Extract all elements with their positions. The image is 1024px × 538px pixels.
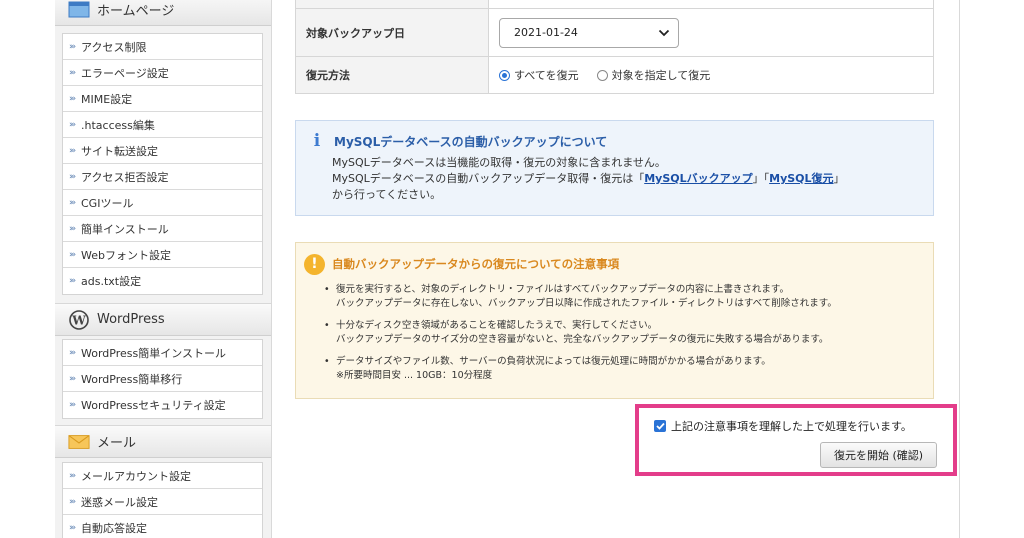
restore-method-label: 復元方法 [296,57,489,93]
sidebar-section-title: ホームページ [97,3,175,19]
backup-date-label: 対象バックアップ日 [296,9,489,56]
arrow-right-icon: ›» [69,93,76,104]
radio-restore-all[interactable]: すべてを復元 [499,67,579,83]
sidebar-item-wp-install[interactable]: ›» WordPress簡単インストール [63,340,262,366]
sidebar-item-mail-account[interactable]: ›» メールアカウント設定 [63,463,262,489]
agree-checkbox[interactable] [654,420,666,432]
sidebar-menu-homepage: ›» アクセス制限 ›» エラーページ設定 ›» MIME設定 ›» .htaccess… [62,33,263,295]
sidebar-section-mail: メール [55,425,271,458]
backup-date-select[interactable]: 2021-01-24 [499,17,679,48]
sidebar-item-access-restriction[interactable]: ›» アクセス制限 [63,34,262,60]
list-item: 復元を実行すると、対象のディレクトリ・ファイルはすべてバックアップデータの内容に… [322,283,923,311]
sidebar-item-auto-reply[interactable]: ›» 自動応答設定 [63,515,262,538]
restore-settings-table: 対象バックアップ日 2021-01-24 復元方法 すべてを復元 対象を指定して… [295,0,934,94]
content-divider-left [271,0,272,538]
agree-checkbox-row[interactable]: 上記の注意事項を理解した上で処理を行います。 [654,418,912,434]
arrow-right-icon: ›» [69,145,76,156]
sidebar-item-wp-security[interactable]: ›» WordPressセキュリティ設定 [63,392,262,418]
mail-icon [68,432,90,452]
mysql-info-box: i MySQLデータベースの自動バックアップについて MySQLデータベースは当… [295,120,934,216]
arrow-right-icon: ›» [69,119,76,130]
restore-warning-box: ! 自動バックアップデータからの復元についての注意事項 復元を実行すると、対象の… [295,242,934,399]
sidebar-section-wordpress: W WordPress [55,303,271,336]
sidebar-section-title: メール [97,436,137,451]
checkmark-icon [655,422,665,430]
arrow-right-icon: ›» [69,470,76,481]
sidebar-item-web-fonts[interactable]: ›» Webフォント設定 [63,242,262,268]
mysql-backup-link[interactable]: MySQLバックアップ [644,172,752,185]
arrow-right-icon: ›» [69,249,76,260]
radio-button[interactable] [596,69,608,81]
arrow-right-icon: ›» [69,400,76,410]
sidebar-item-site-redirect[interactable]: ›» サイト転送設定 [63,138,262,164]
restore-method-radios: すべてを復元 対象を指定して復元 [499,67,728,83]
info-body: MySQLデータベースは当機能の取得・復元の対象に含まれません。 MySQLデー… [332,156,845,201]
arrow-right-icon: ›» [69,171,76,182]
radio-button-selected[interactable] [499,69,510,81]
start-restore-button[interactable]: 復元を開始 (確認) [820,442,937,468]
arrow-right-icon: ›» [69,496,76,507]
warning-list: 復元を実行すると、対象のディレクトリ・ファイルはすべてバックアップデータの内容に… [322,283,923,383]
sidebar-item-easy-install[interactable]: ›» 簡単インストール [63,216,262,242]
arrow-right-icon: ›» [69,41,76,52]
info-title: MySQLデータベースの自動バックアップについて [334,134,608,149]
chevron-down-icon [658,29,670,36]
sidebar-item-error-page[interactable]: ›» エラーページ設定 [63,60,262,86]
sidebar-menu-wordpress: ›» WordPress簡単インストール ›» WordPress簡単移行 ›» Wo… [62,339,263,419]
radio-restore-selected[interactable]: 対象を指定して復元 [596,67,710,83]
arrow-right-icon: ›» [69,347,76,358]
arrow-right-icon: ›» [69,373,76,384]
sidebar-item-mime[interactable]: ›» MIME設定 [63,86,262,112]
arrow-right-icon: ›» [69,523,76,533]
warning-icon: ! [304,253,325,275]
arrow-right-icon: ›» [69,276,76,286]
sidebar-item-cgi-tools[interactable]: ›» CGIツール [63,190,262,216]
sidebar-item-wp-migrate[interactable]: ›» WordPress簡単移行 [63,366,262,392]
list-item: 十分なディスク空き領域があることを確認したうえで、実行してください。バックアップ… [322,319,923,347]
arrow-right-icon: ›» [69,223,76,234]
wordpress-icon: W [68,309,90,330]
sidebar-item-spam-filter[interactable]: ›» 迷惑メール設定 [63,489,262,515]
sidebar: ホームページ ›» アクセス制限 ›» エラーページ設定 ›» MIME設定 ›» .h… [55,0,271,538]
sidebar-section-homepage: ホームページ [55,0,271,26]
svg-text:W: W [71,313,86,327]
content-divider-right [959,0,960,538]
homepage-icon [68,0,90,19]
list-item: データサイズやファイル数、サーバーの負荷状況によっては復元処理に時間がかかる場合… [322,355,923,383]
backup-date-row: 対象バックアップ日 2021-01-24 [296,9,933,57]
agree-checkbox-label: 上記の注意事項を理解した上で処理を行います。 [671,420,912,433]
sidebar-item-htaccess[interactable]: ›» .htaccess編集 [63,112,262,138]
restore-method-row: 復元方法 すべてを復元 対象を指定して復元 [296,57,933,93]
sidebar-menu-mail: ›» メールアカウント設定 ›» 迷惑メール設定 ›» 自動応答設定 [62,462,263,538]
sidebar-item-ads-txt[interactable]: ›» ads.txt設定 [63,268,262,294]
warning-title: 自動バックアップデータからの復元についての注意事項 [332,257,620,271]
confirm-highlight-box: 上記の注意事項を理解した上で処理を行います。 復元を開始 (確認) [635,404,957,476]
sidebar-item-access-deny[interactable]: ›» アクセス拒否設定 [63,164,262,190]
arrow-right-icon: ›» [69,67,76,78]
mysql-restore-link[interactable]: MySQL復元 [769,172,833,185]
info-icon: i [313,131,321,151]
backup-date-value: 2021-01-24 [514,26,578,39]
arrow-right-icon: ›» [69,197,76,208]
sidebar-section-title: WordPress [97,312,165,327]
